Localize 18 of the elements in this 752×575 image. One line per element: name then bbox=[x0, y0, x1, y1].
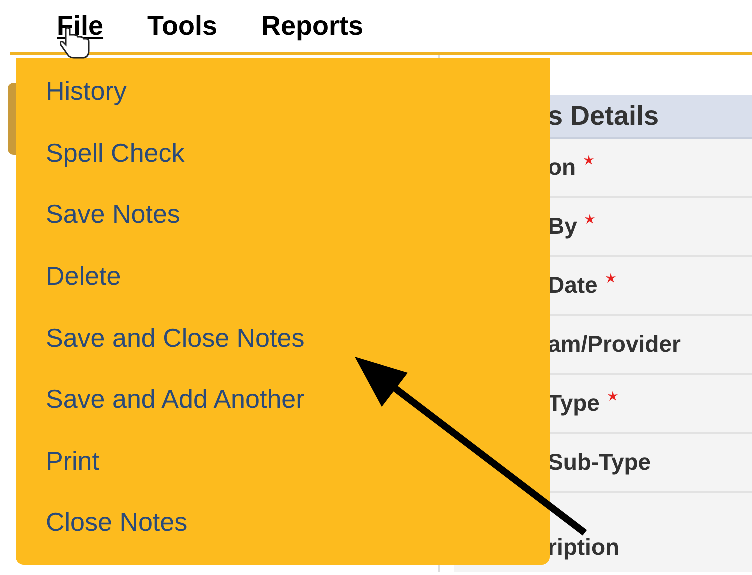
field-label: Type bbox=[548, 389, 600, 418]
field-label: ription bbox=[548, 532, 620, 562]
field-label: Date bbox=[548, 271, 598, 300]
menu-bar-item[interactable]: Tools bbox=[148, 6, 218, 46]
menu-bar-item[interactable]: Reports bbox=[262, 6, 364, 46]
field-label: on bbox=[548, 153, 576, 182]
menu-item[interactable]: Save and Add Another bbox=[46, 380, 305, 442]
field-label: Sub-Type bbox=[548, 448, 652, 478]
field-label: By bbox=[548, 212, 578, 242]
menu-item[interactable]: Save and Close Notes bbox=[46, 318, 305, 380]
menu-item[interactable]: Print bbox=[46, 442, 100, 504]
menu-item[interactable]: History bbox=[46, 72, 127, 134]
menu-item[interactable]: Delete bbox=[46, 256, 122, 318]
menu-item[interactable]: Save Notes bbox=[46, 195, 180, 257]
field-label: am/Provider bbox=[548, 330, 681, 360]
menu-item[interactable]: Spell Check bbox=[46, 134, 185, 196]
menu-item[interactable]: Close Notes bbox=[46, 503, 188, 565]
panel-title: s Details bbox=[548, 100, 660, 133]
